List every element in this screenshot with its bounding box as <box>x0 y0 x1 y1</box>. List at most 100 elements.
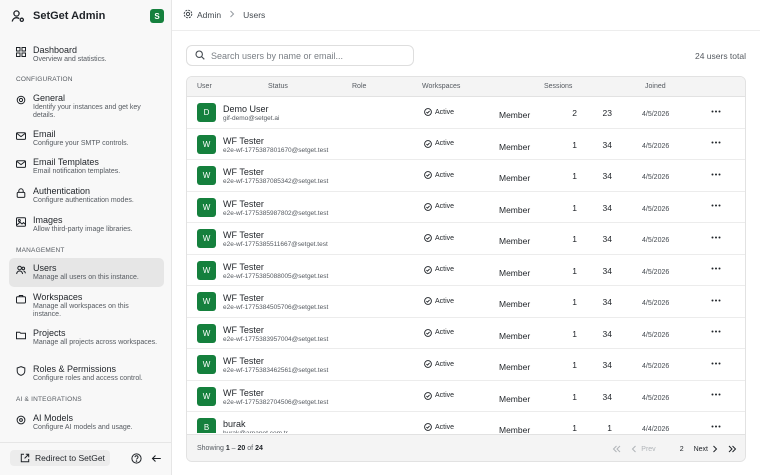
table-row[interactable]: W WF Tester e2e-wf-1775387085342@setget.te… <box>187 160 745 192</box>
column-header-sessions[interactable]: Sessions <box>544 83 572 90</box>
sidebar-item-roles-permissions[interactable]: Roles & Permissions Configure roles and … <box>9 361 164 386</box>
more-actions-icon[interactable] <box>711 358 721 368</box>
status-badge: Active <box>424 297 454 305</box>
table-row[interactable]: W WF Tester e2e-wf-1775385987802@setget.te… <box>187 192 745 223</box>
sidebar-item-dashboard[interactable]: Dashboard Overview and statistics. <box>9 42 164 67</box>
table-row[interactable]: W WF Tester e2e-wf-1775383462561@setget.te… <box>187 349 745 381</box>
column-header-user[interactable]: User <box>197 83 212 90</box>
user-joined: 4/5/2026 <box>642 331 670 339</box>
column-header-role[interactable]: Role <box>352 83 366 90</box>
column-header-workspaces[interactable]: Workspaces <box>422 83 460 90</box>
more-actions-icon[interactable] <box>711 327 721 337</box>
section-heading-configuration: CONFIGURATION <box>16 76 73 83</box>
gear-icon <box>183 9 193 21</box>
sidebar-item-email-templates[interactable]: Email Templates Email notification templ… <box>9 154 164 179</box>
table-row[interactable]: W WF Tester e2e-wf-1775384505706@setget.te… <box>187 286 745 318</box>
user-email: e2e-wf-1775385511667@setget.test <box>223 241 328 248</box>
shield-icon <box>16 366 26 376</box>
showing-range: Showing 1 – 20 of 24 <box>197 445 263 452</box>
user-name: Demo User <box>223 104 269 114</box>
table-row[interactable]: W WF Tester e2e-wf-1775385088005@setget.te… <box>187 255 745 286</box>
more-actions-icon[interactable] <box>711 421 721 431</box>
column-header-joined[interactable]: Joined <box>645 83 666 90</box>
table-row[interactable]: W WF Tester e2e-wf-1775385511667@setget.te… <box>187 223 745 255</box>
sidebar-item-desc: Manage all users on this instance. <box>33 274 139 281</box>
status-text: Active <box>435 171 455 179</box>
breadcrumb-admin[interactable]: Admin <box>197 10 221 20</box>
user-name: WF Tester <box>223 261 264 272</box>
more-actions-icon[interactable] <box>711 232 721 242</box>
avatar: D <box>197 103 216 122</box>
check-circle-icon <box>424 171 432 179</box>
prev-page-button[interactable]: Prev <box>631 445 656 453</box>
of-label: of <box>247 445 254 452</box>
more-actions-icon[interactable] <box>711 169 721 179</box>
brand[interactable]: SetGet Admin S <box>10 6 164 26</box>
first-page-button[interactable] <box>612 445 621 453</box>
header-divider <box>172 30 760 31</box>
table-row[interactable]: W WF Tester e2e-wf-1775387801670@setget.te… <box>187 129 745 160</box>
sidebar-item-users[interactable]: Users Manage all users on this instance. <box>9 258 164 287</box>
status-badge: Active <box>424 108 454 116</box>
page-number-button[interactable]: 2 <box>680 446 684 453</box>
check-circle-icon <box>424 202 432 211</box>
help-icon[interactable] <box>130 452 142 464</box>
section-heading-ai-integrations: AI & INTEGRATIONS <box>16 396 82 403</box>
last-page-button[interactable] <box>728 445 737 453</box>
user-joined: 4/5/2026 <box>642 142 670 150</box>
table-footer: Showing 1 – 20 of 24 Prev 2 Next <box>187 434 745 461</box>
table-row[interactable]: Bburakburak@arnapet.com.tr Active Member 1 1… <box>187 412 745 433</box>
user-role: Member <box>499 267 531 278</box>
user-joined: 4/5/2026 <box>642 205 670 213</box>
search-box[interactable] <box>186 45 414 66</box>
redirect-button[interactable]: Redirect to SetGet <box>10 450 110 466</box>
search-input[interactable] <box>211 50 401 61</box>
user-name: burak <box>223 419 246 429</box>
collapse-sidebar-icon[interactable] <box>150 452 162 464</box>
next-page-button[interactable]: Next <box>694 445 718 453</box>
status-badge: Active <box>424 391 454 400</box>
check-circle-icon <box>424 108 432 116</box>
status-text: Active <box>435 329 455 336</box>
user-email: e2e-wf-1775385088005@setget.test <box>223 272 329 280</box>
nav-configuration-images: Images Allow third-party image libraries… <box>9 212 164 237</box>
more-actions-icon[interactable] <box>711 106 721 116</box>
table-row[interactable]: W WF Tester e2e-wf-1775382704506@setget.te… <box>187 381 745 412</box>
sidebar-item-label: Workspaces <box>33 292 83 302</box>
sidebar-item-desc: Configure AI models and usage. <box>33 424 133 431</box>
chevron-right-icon <box>229 10 235 20</box>
sidebar-item-workspaces[interactable]: Workspaces Manage all workspaces on this… <box>9 289 164 322</box>
more-actions-icon[interactable] <box>711 295 721 305</box>
sidebar-item-desc: Configure authentication modes. <box>33 197 134 204</box>
sidebar-item-email[interactable]: Email Configure your SMTP controls. <box>9 126 164 151</box>
workspace-badge[interactable]: S <box>150 9 164 23</box>
sidebar-footer-divider <box>0 442 171 443</box>
sidebar-item-projects[interactable]: Projects Manage all projects across work… <box>9 325 164 350</box>
user-joined: 4/5/2026 <box>642 111 670 118</box>
sidebar-item-authentication[interactable]: Authentication Configure authentication … <box>9 183 164 208</box>
avatar: W <box>197 355 216 374</box>
more-actions-icon[interactable] <box>711 138 721 148</box>
sidebar-item-desc: Configure roles and access control. <box>33 375 143 382</box>
users-table: User Status Role Workspaces Sessions Joi… <box>186 76 746 462</box>
user-sessions: 34 <box>602 297 612 307</box>
check-circle-icon <box>424 423 432 431</box>
more-actions-icon[interactable] <box>711 264 721 274</box>
more-actions-icon[interactable] <box>711 201 721 211</box>
sidebar-item-images[interactable]: Images Allow third-party image libraries… <box>9 212 164 237</box>
table-header: User Status Role Workspaces Sessions Joi… <box>187 77 745 97</box>
avatar: W <box>197 323 216 343</box>
breadcrumb-users: Users <box>243 10 266 20</box>
more-actions-icon[interactable] <box>711 390 721 400</box>
sidebar-item-ai-models[interactable]: AI Models Configure AI models and usage. <box>9 410 164 435</box>
table-row[interactable]: D Demo User gif-demo@setget.ai Active Member… <box>187 97 745 129</box>
table-row[interactable]: W WF Tester e2e-wf-1775383957004@setget.te… <box>187 318 745 349</box>
lock-icon <box>16 188 26 198</box>
user-joined: 4/5/2026 <box>642 300 670 307</box>
user-name: WF Tester <box>223 230 264 240</box>
sidebar-item-general[interactable]: General Identify your instances and get … <box>9 90 164 123</box>
sidebar-item-label: Dashboard <box>33 45 78 55</box>
column-header-status[interactable]: Status <box>268 83 288 90</box>
user-joined: 4/5/2026 <box>642 268 670 276</box>
status-text: Active <box>435 140 455 147</box>
